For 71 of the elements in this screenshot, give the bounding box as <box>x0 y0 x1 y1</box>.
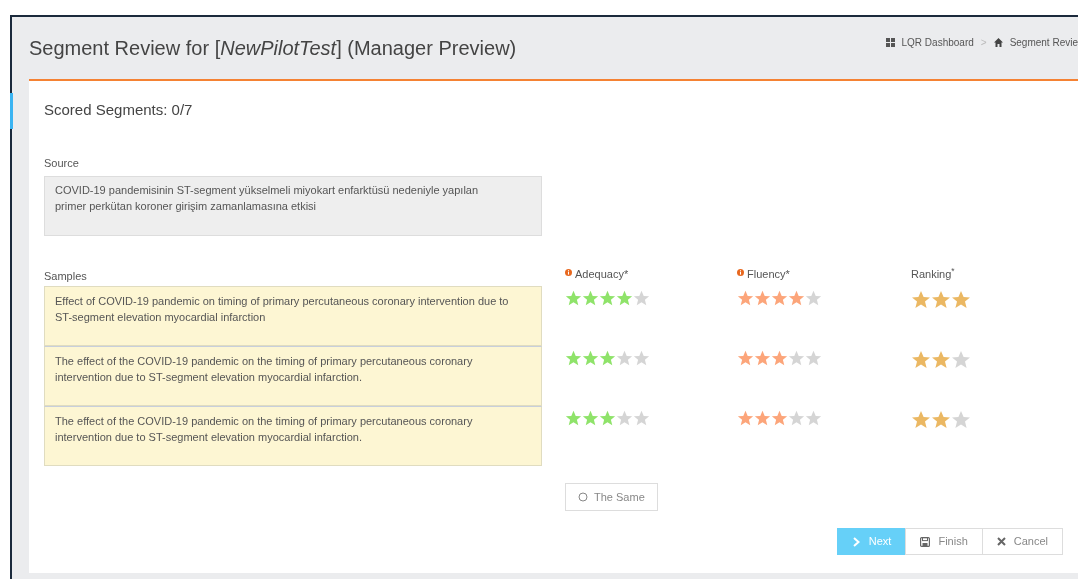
star-rating[interactable] <box>565 290 650 307</box>
star-icon[interactable] <box>633 350 650 367</box>
sample-text: The effect of the COVID-19 pandemic on the timing of primary percutaneous coronary intervention due to ST-segment elevation myocardial infarction. <box>44 406 542 466</box>
star-icon[interactable] <box>582 290 599 307</box>
star-icon[interactable] <box>737 350 754 367</box>
star-icon[interactable] <box>771 350 788 367</box>
chevron-right-icon <box>851 536 861 547</box>
star-icon[interactable] <box>951 350 971 370</box>
star-icon[interactable] <box>754 350 771 367</box>
star-icon[interactable] <box>931 410 951 430</box>
grid-icon <box>885 38 895 47</box>
star-icon[interactable] <box>565 410 582 427</box>
home-icon <box>993 38 1003 47</box>
star-icon[interactable] <box>754 290 771 307</box>
star-icon[interactable] <box>599 410 616 427</box>
radio-icon <box>578 492 588 502</box>
the-same-button[interactable]: The Same <box>565 483 658 511</box>
star-icon[interactable] <box>788 410 805 427</box>
star-icon[interactable] <box>737 410 754 427</box>
star-icon[interactable] <box>805 350 822 367</box>
breadcrumb-link[interactable]: LQR Dashboard <box>901 35 974 50</box>
star-icon[interactable] <box>737 290 754 307</box>
source-text-box: COVID-19 pandemisinin ST-segment yükselmeli miyokart enfarktüsü nedeniyle yapılan primer perkütan koroner girişim zamanlamasına etkisi <box>44 175 542 236</box>
star-icon[interactable] <box>931 350 951 370</box>
star-icon[interactable] <box>633 290 650 307</box>
star-icon[interactable] <box>911 350 931 370</box>
star-icon[interactable] <box>565 290 582 307</box>
star-rating[interactable] <box>565 410 650 427</box>
star-icon[interactable] <box>771 410 788 427</box>
save-icon <box>920 536 931 547</box>
star-icon[interactable] <box>771 290 788 307</box>
star-rating[interactable] <box>911 350 971 370</box>
action-button[interactable]: Finish <box>905 528 983 555</box>
star-icon[interactable] <box>951 290 971 310</box>
rating-column-label: Adequacy* <box>575 267 629 282</box>
star-icon[interactable] <box>599 350 616 367</box>
breadcrumb-link[interactable]: Segment Revie <box>1009 35 1078 50</box>
star-icon[interactable] <box>788 290 805 307</box>
sample-text: The effect of the COVID-19 pandemic on the timing of primary percutaneous coronary intervention due to ST-segment elevation myocardial infarction. <box>44 346 542 406</box>
star-rating[interactable] <box>737 290 822 307</box>
star-icon[interactable] <box>931 290 951 310</box>
star-icon[interactable] <box>616 350 633 367</box>
star-icon[interactable] <box>805 290 822 307</box>
samples-label: Samples <box>44 269 87 284</box>
source-label: Source <box>44 156 80 171</box>
rating-column-label: Fluency* <box>747 267 790 282</box>
star-rating[interactable] <box>911 410 971 430</box>
star-icon[interactable] <box>582 410 599 427</box>
star-icon[interactable] <box>754 410 771 427</box>
star-icon[interactable] <box>616 290 633 307</box>
page-title: Segment Review for [NewPilotTest] (Manager Preview) <box>29 36 517 61</box>
star-rating[interactable] <box>911 290 971 310</box>
star-icon[interactable] <box>911 290 931 310</box>
star-icon[interactable] <box>565 350 582 367</box>
star-rating[interactable] <box>737 350 822 367</box>
star-icon[interactable] <box>633 410 650 427</box>
breadcrumb-separator: > <box>980 36 987 50</box>
star-rating[interactable] <box>565 350 650 367</box>
star-icon[interactable] <box>951 410 971 430</box>
star-icon[interactable] <box>616 410 633 427</box>
sample-text: Effect of COVID-19 pandemic on timing of primary percutaneous coronary intervention due to ST-segment elevation myocardial infarction <box>44 286 542 346</box>
action-button[interactable]: Cancel <box>981 528 1063 555</box>
star-rating[interactable] <box>737 410 822 427</box>
star-icon[interactable] <box>788 350 805 367</box>
star-icon[interactable] <box>805 410 822 427</box>
rating-column-label: Ranking$^{*}$ <box>911 266 955 282</box>
star-icon[interactable] <box>599 290 616 307</box>
scored-count: Scored Segments: 0/7 <box>44 100 193 120</box>
star-icon[interactable] <box>582 350 599 367</box>
star-icon[interactable] <box>911 410 931 430</box>
close-icon <box>996 537 1006 546</box>
